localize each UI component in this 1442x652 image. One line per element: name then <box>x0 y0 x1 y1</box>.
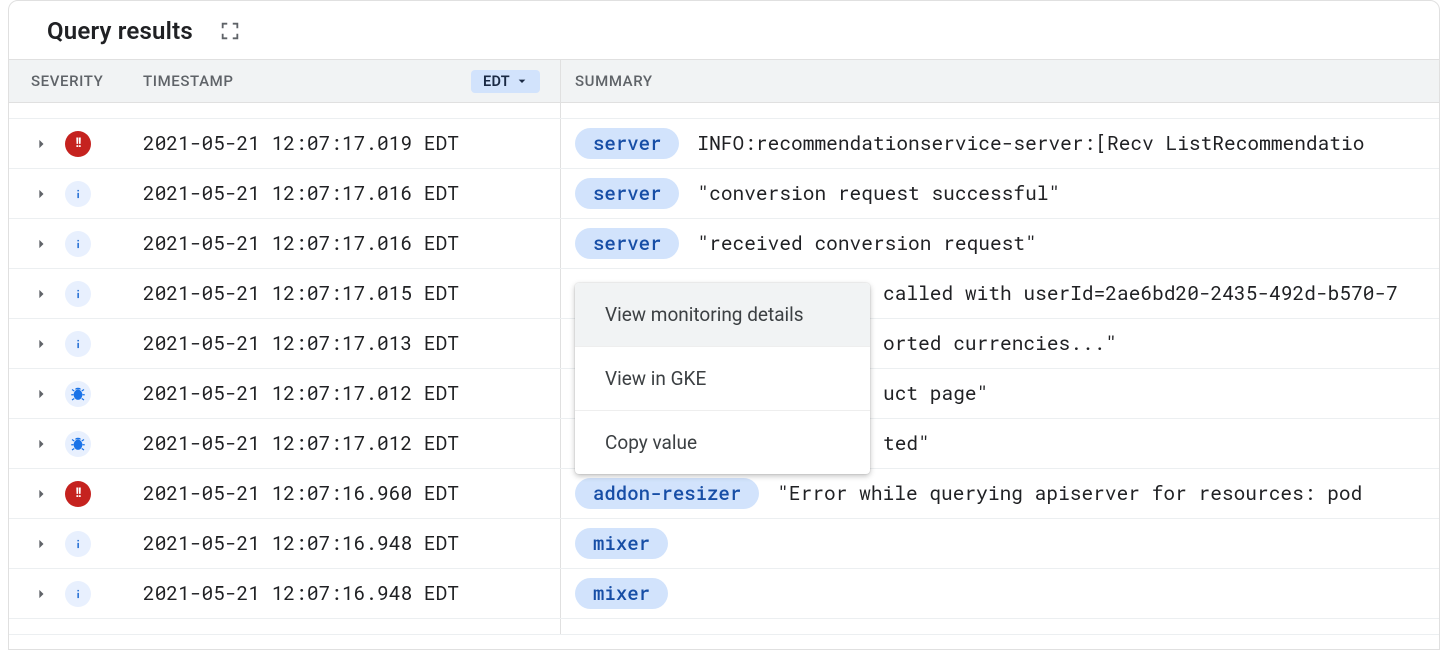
expand-row-icon[interactable] <box>31 534 51 554</box>
log-summary: ted" <box>883 431 930 456</box>
container-badge[interactable]: server <box>575 228 679 259</box>
log-timestamp: 2021-05-21 12:07:17.019 EDT <box>127 131 560 156</box>
table-row[interactable]: 2021-05-21 12:07:17.016 EDT server "conver… <box>9 169 1439 219</box>
container-badge[interactable]: server <box>575 128 679 159</box>
info-icon <box>65 231 91 257</box>
debug-icon <box>65 431 91 457</box>
expand-row-icon[interactable] <box>31 434 51 454</box>
log-timestamp: 2021-05-21 12:07:16.948 EDT <box>127 581 560 606</box>
log-summary: uct page" <box>883 381 988 406</box>
expand-row-icon[interactable] <box>31 184 51 204</box>
log-summary: "received conversion request" <box>697 231 1036 256</box>
expand-row-icon[interactable] <box>31 134 51 154</box>
col-header-severity[interactable]: SEVERITY <box>9 72 127 90</box>
info-icon <box>65 581 91 607</box>
log-summary: "conversion request successful" <box>697 181 1060 206</box>
menu-item-view-in-gke[interactable]: View in GKE <box>575 347 870 411</box>
expand-row-icon[interactable] <box>31 484 51 504</box>
error-icon: !! <box>65 131 91 157</box>
log-timestamp: 2021-05-21 12:07:17.016 EDT <box>127 231 560 256</box>
expand-row-icon[interactable] <box>31 234 51 254</box>
expand-row-icon[interactable] <box>31 584 51 604</box>
timezone-label: EDT <box>483 73 510 90</box>
debug-icon <box>65 381 91 407</box>
log-timestamp: 2021-05-21 12:07:17.015 EDT <box>127 281 560 306</box>
panel-header: Query results <box>9 1 1439 59</box>
container-badge[interactable]: mixer <box>575 578 668 609</box>
log-summary: "Error while querying apiserver for reso… <box>777 481 1362 506</box>
log-timestamp: 2021-05-21 12:07:16.948 EDT <box>127 531 560 556</box>
log-timestamp: 2021-05-21 12:07:17.012 EDT <box>127 381 560 406</box>
query-results-panel: Query results SEVERITY TIMESTAMP EDT SUM… <box>8 0 1440 650</box>
info-icon <box>65 531 91 557</box>
container-badge[interactable]: mixer <box>575 528 668 559</box>
table-row[interactable]: 2021-05-21 12:07:16.948 EDT mixer <box>9 569 1439 619</box>
fullscreen-icon[interactable] <box>219 20 241 42</box>
col-header-summary[interactable]: SUMMARY <box>560 60 1439 102</box>
error-icon: !! <box>65 481 91 507</box>
table-row[interactable]: !! 2021-05-21 12:07:16.960 EDT addon-resiz… <box>9 469 1439 519</box>
log-summary: called with userId=2ae6bd20-2435-492d-b5… <box>883 281 1398 306</box>
log-timestamp: 2021-05-21 12:07:16.960 EDT <box>127 481 560 506</box>
expand-row-icon[interactable] <box>31 284 51 304</box>
expand-row-icon[interactable] <box>31 384 51 404</box>
table-row-partial <box>9 103 1439 119</box>
panel-title: Query results <box>47 17 193 45</box>
table-row[interactable]: 2021-05-21 12:07:17.016 EDT server "receiv… <box>9 219 1439 269</box>
col-header-timestamp[interactable]: TIMESTAMP EDT <box>127 70 560 93</box>
table-row-partial <box>9 619 1439 635</box>
table-row[interactable]: 2021-05-21 12:07:16.948 EDT mixer <box>9 519 1439 569</box>
info-icon <box>65 181 91 207</box>
table-header: SEVERITY TIMESTAMP EDT SUMMARY <box>9 59 1439 103</box>
col-header-timestamp-label: TIMESTAMP <box>143 72 234 90</box>
info-icon <box>65 331 91 357</box>
log-timestamp: 2021-05-21 12:07:17.016 EDT <box>127 181 560 206</box>
log-summary: orted currencies..." <box>883 331 1117 356</box>
container-badge[interactable]: addon-resizer <box>575 478 759 509</box>
context-menu: View monitoring details View in GKE Copy… <box>575 283 870 474</box>
menu-item-copy-value[interactable]: Copy value <box>575 411 870 474</box>
log-summary: INFO:recommendationservice-server:[Recv … <box>697 131 1364 156</box>
timezone-selector[interactable]: EDT <box>471 70 540 93</box>
log-timestamp: 2021-05-21 12:07:17.013 EDT <box>127 331 560 356</box>
menu-item-view-monitoring[interactable]: View monitoring details <box>575 283 870 347</box>
table-row[interactable]: !! 2021-05-21 12:07:17.019 EDT server INFO:… <box>9 119 1439 169</box>
container-badge[interactable]: server <box>575 178 679 209</box>
log-timestamp: 2021-05-21 12:07:17.012 EDT <box>127 431 560 456</box>
expand-row-icon[interactable] <box>31 334 51 354</box>
info-icon <box>65 281 91 307</box>
